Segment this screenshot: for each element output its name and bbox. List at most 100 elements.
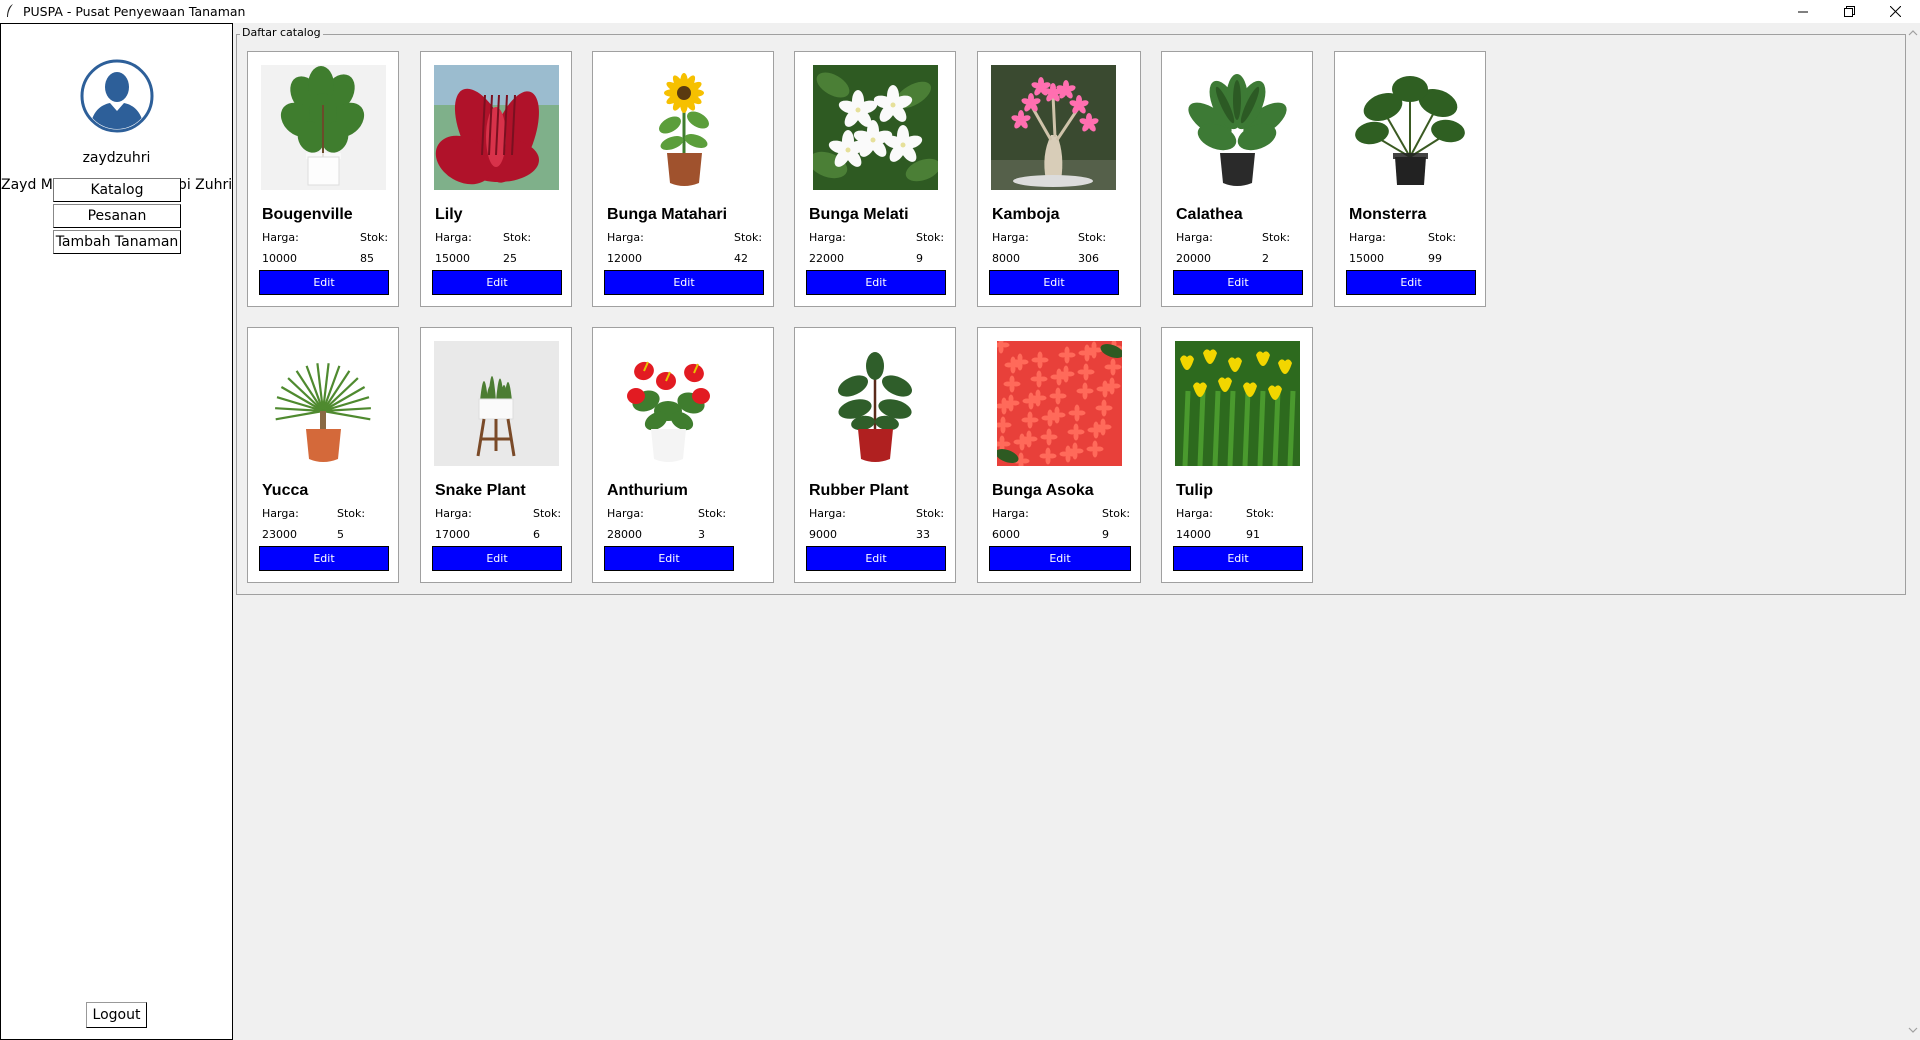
plant-card: Yucca Harga: Stok: 23000 5 Edit bbox=[247, 327, 399, 583]
plant-card: Monsterra Harga: Stok: 15000 99 Edit bbox=[1334, 51, 1486, 307]
plant-card: Bunga Melati Harga: Stok: 22000 9 Edit bbox=[794, 51, 956, 307]
feather-app-icon bbox=[7, 4, 13, 17]
price-label: Harga: bbox=[1349, 231, 1386, 244]
plant-image bbox=[1175, 65, 1300, 190]
stock-label: Stok: bbox=[360, 231, 389, 244]
stock-value: 85 bbox=[360, 252, 374, 265]
logout-button[interactable]: Logout bbox=[86, 1002, 147, 1028]
stock-value: 33 bbox=[916, 528, 930, 541]
user-avatar-icon bbox=[80, 59, 154, 133]
plant-card: Calathea Harga: Stok: 20000 2 Edit bbox=[1161, 51, 1313, 307]
plant-name: Tulip bbox=[1176, 482, 1214, 499]
price-label: Harga: bbox=[809, 231, 846, 244]
stock-label: Stok: bbox=[916, 231, 945, 244]
edit-button[interactable]: Edit bbox=[989, 270, 1119, 295]
title-bar: PUSPA - Pusat Penyewaan Tanaman bbox=[0, 0, 1920, 23]
stock-label: Stok: bbox=[698, 507, 727, 520]
plant-image bbox=[261, 341, 386, 466]
stock-label: Stok: bbox=[533, 507, 562, 520]
edit-button[interactable]: Edit bbox=[806, 270, 946, 295]
stock-label: Stok: bbox=[1246, 507, 1275, 520]
stock-value: 42 bbox=[734, 252, 748, 265]
stock-label: Stok: bbox=[1262, 231, 1291, 244]
price-value: 22000 bbox=[809, 252, 844, 265]
scroll-down-arrow-icon[interactable] bbox=[1906, 1024, 1920, 1036]
scroll-up-arrow-icon[interactable] bbox=[1906, 27, 1920, 39]
catalog-title: Daftar catalog bbox=[240, 26, 323, 39]
plant-image bbox=[622, 65, 747, 190]
edit-button[interactable]: Edit bbox=[604, 270, 764, 295]
edit-button[interactable]: Edit bbox=[604, 546, 734, 571]
sidebar: zaydzuhri Zayd Muhammad Kawakibi Zuhri K… bbox=[0, 23, 233, 1040]
plant-image bbox=[434, 65, 559, 190]
plant-card: Rubber Plant Harga: Stok: 9000 33 Edit bbox=[794, 327, 956, 583]
plant-image bbox=[813, 65, 938, 190]
plant-name: Rubber Plant bbox=[809, 482, 909, 499]
plant-image bbox=[991, 65, 1116, 190]
price-value: 12000 bbox=[607, 252, 642, 265]
plant-image bbox=[434, 341, 559, 466]
edit-button[interactable]: Edit bbox=[989, 546, 1131, 571]
edit-button[interactable]: Edit bbox=[259, 546, 389, 571]
stock-value: 99 bbox=[1428, 252, 1442, 265]
plant-name: Monsterra bbox=[1349, 206, 1427, 223]
edit-button[interactable]: Edit bbox=[432, 546, 562, 571]
price-value: 23000 bbox=[262, 528, 297, 541]
price-label: Harga: bbox=[435, 507, 472, 520]
plant-card: Bougenville Harga: Stok: 10000 85 Edit bbox=[247, 51, 399, 307]
edit-button[interactable]: Edit bbox=[259, 270, 389, 295]
price-label: Harga: bbox=[262, 507, 299, 520]
price-value: 15000 bbox=[1349, 252, 1384, 265]
price-value: 17000 bbox=[435, 528, 470, 541]
restore-icon bbox=[1843, 6, 1855, 17]
stock-value: 9 bbox=[1102, 528, 1109, 541]
price-label: Harga: bbox=[992, 231, 1029, 244]
window-title: PUSPA - Pusat Penyewaan Tanaman bbox=[23, 4, 246, 19]
price-label: Harga: bbox=[809, 507, 846, 520]
price-label: Harga: bbox=[1176, 231, 1213, 244]
stock-label: Stok: bbox=[1078, 231, 1107, 244]
price-label: Harga: bbox=[992, 507, 1029, 520]
price-value: 10000 bbox=[262, 252, 297, 265]
pesanan-button[interactable]: Pesanan bbox=[53, 204, 181, 228]
stock-value: 5 bbox=[337, 528, 344, 541]
edit-button[interactable]: Edit bbox=[806, 546, 946, 571]
edit-button[interactable]: Edit bbox=[1346, 270, 1476, 295]
stock-value: 306 bbox=[1078, 252, 1099, 265]
stock-label: Stok: bbox=[1102, 507, 1131, 520]
edit-button[interactable]: Edit bbox=[1173, 270, 1303, 295]
plant-name: Bougenville bbox=[262, 206, 353, 223]
price-label: Harga: bbox=[1176, 507, 1213, 520]
price-value: 6000 bbox=[992, 528, 1020, 541]
plant-card: Bunga Asoka Harga: Stok: 6000 9 Edit bbox=[977, 327, 1141, 583]
stock-value: 6 bbox=[533, 528, 540, 541]
plant-card: Kamboja Harga: Stok: 8000 306 Edit bbox=[977, 51, 1141, 307]
plant-name: Calathea bbox=[1176, 206, 1243, 223]
plant-name: Bunga Matahari bbox=[607, 206, 728, 223]
stock-label: Stok: bbox=[734, 231, 763, 244]
minimize-button[interactable] bbox=[1780, 0, 1826, 23]
close-button[interactable] bbox=[1872, 0, 1918, 23]
plant-image bbox=[997, 341, 1122, 466]
stock-label: Stok: bbox=[916, 507, 945, 520]
katalog-button[interactable]: Katalog bbox=[53, 178, 181, 202]
plant-name: Lily bbox=[435, 206, 463, 223]
price-label: Harga: bbox=[435, 231, 472, 244]
edit-button[interactable]: Edit bbox=[432, 270, 562, 295]
plant-image bbox=[1348, 65, 1473, 190]
plant-name: Anthurium bbox=[607, 482, 688, 499]
edit-button[interactable]: Edit bbox=[1173, 546, 1303, 571]
restore-button[interactable] bbox=[1826, 0, 1872, 23]
close-icon bbox=[1889, 6, 1901, 17]
price-label: Harga: bbox=[262, 231, 299, 244]
price-value: 9000 bbox=[809, 528, 837, 541]
stock-value: 9 bbox=[916, 252, 923, 265]
stock-label: Stok: bbox=[503, 231, 532, 244]
plant-card: Lily Harga: Stok: 15000 25 Edit bbox=[420, 51, 572, 307]
plant-name: Bunga Asoka bbox=[992, 482, 1094, 499]
tambah-tanaman-button[interactable]: Tambah Tanaman bbox=[53, 230, 181, 254]
price-value: 8000 bbox=[992, 252, 1020, 265]
price-value: 15000 bbox=[435, 252, 470, 265]
price-value: 28000 bbox=[607, 528, 642, 541]
price-value: 20000 bbox=[1176, 252, 1211, 265]
